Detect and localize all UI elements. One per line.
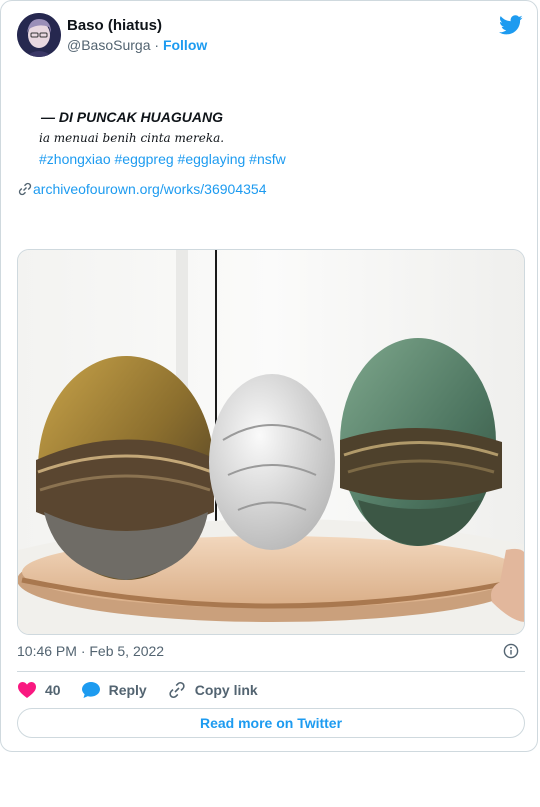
- author-handle-row: @BasoSurga · Follow: [67, 37, 207, 53]
- info-icon[interactable]: [503, 643, 519, 659]
- divider: [17, 671, 525, 672]
- hashtags[interactable]: #zhongxiao #eggpreg #egglaying #nsfw: [17, 149, 517, 170]
- heart-icon: [18, 682, 36, 698]
- copy-link-label: Copy link: [194, 682, 258, 698]
- follow-button[interactable]: Follow: [163, 37, 207, 53]
- read-more-button[interactable]: Read more on Twitter: [17, 708, 525, 738]
- external-link[interactable]: archiveofourown.org/works/36904354: [17, 181, 266, 197]
- link-text[interactable]: archiveofourown.org/works/36904354: [33, 181, 266, 197]
- tweet-photo[interactable]: [17, 249, 525, 635]
- reply-button[interactable]: Reply: [81, 681, 147, 699]
- separator-dot: ·: [154, 37, 160, 53]
- reply-label: Reply: [108, 682, 147, 698]
- copy-link-icon: [169, 681, 185, 699]
- reply-bubble-icon: [81, 682, 100, 698]
- tweet-timestamp[interactable]: 10:46 PM · Feb 5, 2022: [17, 643, 164, 659]
- copy-link-button[interactable]: Copy link: [167, 680, 258, 700]
- author-handle[interactable]: @BasoSurga: [67, 37, 150, 53]
- like-count: 40: [45, 682, 61, 698]
- tweet-text: — DI PUNCAK HUAGUANG ia menuai benih cin…: [17, 107, 517, 170]
- link-icon: [18, 182, 32, 196]
- tweet-actions: 40 Reply Copy link: [17, 679, 278, 701]
- tweet-card: Baso (hiatus) @BasoSurga · Follow — DI P…: [0, 0, 538, 752]
- like-button[interactable]: 40: [17, 681, 61, 699]
- tweet-subtitle-line: ia menuai benih cinta mereka.: [39, 131, 225, 145]
- tweet-title-line: — DI PUNCAK HUAGUANG: [41, 109, 223, 125]
- avatar[interactable]: [17, 13, 61, 57]
- twitter-bird-icon[interactable]: [499, 13, 523, 37]
- author-name[interactable]: Baso (hiatus): [67, 17, 162, 34]
